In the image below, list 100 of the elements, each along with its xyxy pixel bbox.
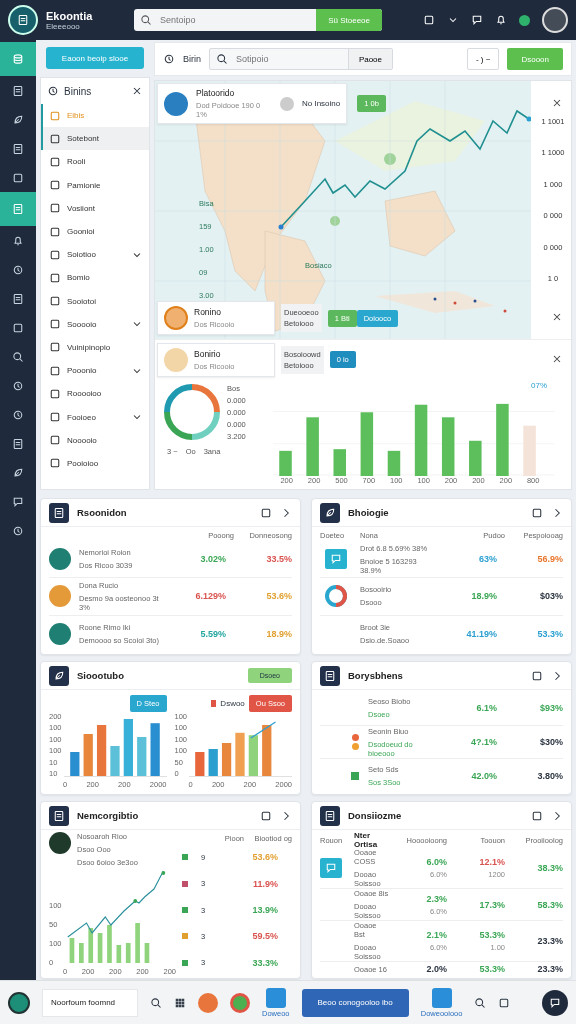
app-icon[interactable] (230, 992, 250, 1013)
grid-icon[interactable] (174, 996, 186, 1009)
nav-item[interactable]: Sooooio (41, 312, 149, 336)
square-icon (49, 202, 61, 215)
nav-item[interactable]: Rooli (41, 150, 149, 174)
close-icon[interactable] (131, 85, 143, 97)
chart-bar (221, 743, 232, 776)
donut-segment (191, 384, 220, 413)
nav-item[interactable]: Vosiiont (41, 196, 149, 220)
avatar-circle[interactable] (8, 991, 30, 1014)
legend-text: Dswoo (220, 698, 245, 708)
avatar-circle (164, 347, 188, 372)
donut-segment (164, 384, 193, 413)
square-icon (49, 225, 61, 238)
value-text: 17.3% (478, 899, 505, 910)
search-icon[interactable] (150, 996, 162, 1009)
chart-bar (469, 440, 482, 476)
input-field[interactable]: Noorfoum foomnd (42, 988, 138, 1017)
value-text: 58.3% (536, 899, 563, 910)
database-icon (12, 53, 24, 65)
chart-bar (360, 412, 374, 476)
square-icon (49, 341, 61, 354)
chat-button[interactable] (542, 989, 568, 1016)
nav-item[interactable]: Pamionie (41, 173, 149, 197)
brand-subtitle: Eleeeooo (46, 21, 81, 31)
nav-item[interactable]: Rooooioo (41, 382, 149, 406)
square-icon[interactable] (531, 809, 543, 822)
nav-item[interactable]: Soiotioo (41, 243, 149, 267)
chat-icon (325, 862, 337, 874)
value-text: 42.0% (471, 770, 497, 781)
nav-item[interactable]: Sooiotoi (41, 289, 149, 313)
value-text: 2.1% (425, 930, 447, 940)
square-icon (49, 179, 61, 192)
nav-item[interactable]: Vuinipinopio (41, 335, 149, 360)
square-icon (49, 411, 61, 424)
square-icon[interactable] (531, 506, 543, 519)
value-text: 5.59% (200, 628, 226, 639)
nav-item[interactable]: Fooioeo (41, 405, 149, 429)
square-icon[interactable] (423, 14, 435, 26)
value-text: 18.9% (266, 628, 292, 639)
bell-icon[interactable] (495, 14, 507, 26)
toolbar-title: Birin (183, 54, 201, 64)
app-icon[interactable] (198, 992, 218, 1013)
search-field[interactable]: Sotipoio Paooe (209, 48, 393, 70)
chat-icon (549, 996, 561, 1009)
value-text: 23.3% (536, 964, 563, 974)
chart-bar (125, 943, 131, 963)
value-text: 11.9% (252, 878, 278, 889)
square-icon[interactable] (531, 669, 543, 682)
value-text: $30% (539, 737, 563, 747)
card-title: Ronino (194, 307, 222, 317)
status-square (351, 771, 359, 780)
search-button[interactable]: Paooe (347, 49, 392, 69)
card-title: Platoorido (196, 88, 236, 98)
square-icon[interactable] (260, 506, 272, 519)
data-point (132, 899, 137, 903)
value-text: 53.3% (478, 964, 505, 974)
square-icon[interactable] (498, 996, 511, 1009)
nav-item[interactable]: Pooioioo (41, 451, 149, 475)
chart-bar (150, 723, 160, 776)
chart-bar (123, 719, 133, 776)
value-text: 6.1% (476, 703, 497, 714)
status-badge (519, 14, 530, 26)
chart-bar (69, 752, 79, 776)
column-header: Nter Ortisa (354, 831, 379, 849)
square-icon (49, 132, 61, 145)
donut-segment (164, 411, 193, 440)
chart-bar (262, 725, 272, 776)
clock-icon (163, 53, 175, 65)
chart-bar (97, 933, 102, 963)
logo-icon[interactable] (8, 5, 38, 35)
card-title: Nemcorgibtio (77, 810, 140, 821)
square-icon[interactable] (260, 809, 272, 822)
square-icon (49, 457, 61, 470)
clock-icon (12, 408, 24, 421)
nav-item[interactable]: Pooonio (41, 359, 149, 383)
document-icon (12, 142, 24, 155)
clock-icon (47, 85, 59, 97)
close-icon[interactable] (551, 311, 563, 323)
value-text: 53.3% (537, 628, 563, 639)
chat-icon[interactable] (471, 14, 483, 26)
legend-swatch (211, 699, 217, 707)
chart-bar (106, 925, 112, 963)
square-icon (49, 387, 61, 400)
value-text: 18.9% (471, 591, 497, 602)
dropdown[interactable]: - ) ~ (466, 48, 500, 70)
status-dot (351, 743, 359, 750)
primary-button[interactable]: Beoo conogooloo ibo (301, 988, 409, 1017)
nav-item[interactable]: Nooooio (41, 428, 149, 452)
card-title: Borysbhens (348, 670, 404, 681)
leaf-icon (12, 466, 24, 479)
avatar-circle (164, 306, 188, 330)
nav-item[interactable]: Goonioi (41, 219, 149, 244)
nav-item[interactable]: Sotebont (41, 127, 149, 151)
value-text: 53.3% (478, 930, 505, 940)
nav-item[interactable]: Bomio (41, 266, 149, 290)
value-text: 63% (479, 554, 497, 565)
value-text: 53.6% (266, 591, 292, 602)
chart-bar (78, 943, 84, 963)
search-icon[interactable] (474, 996, 487, 1009)
